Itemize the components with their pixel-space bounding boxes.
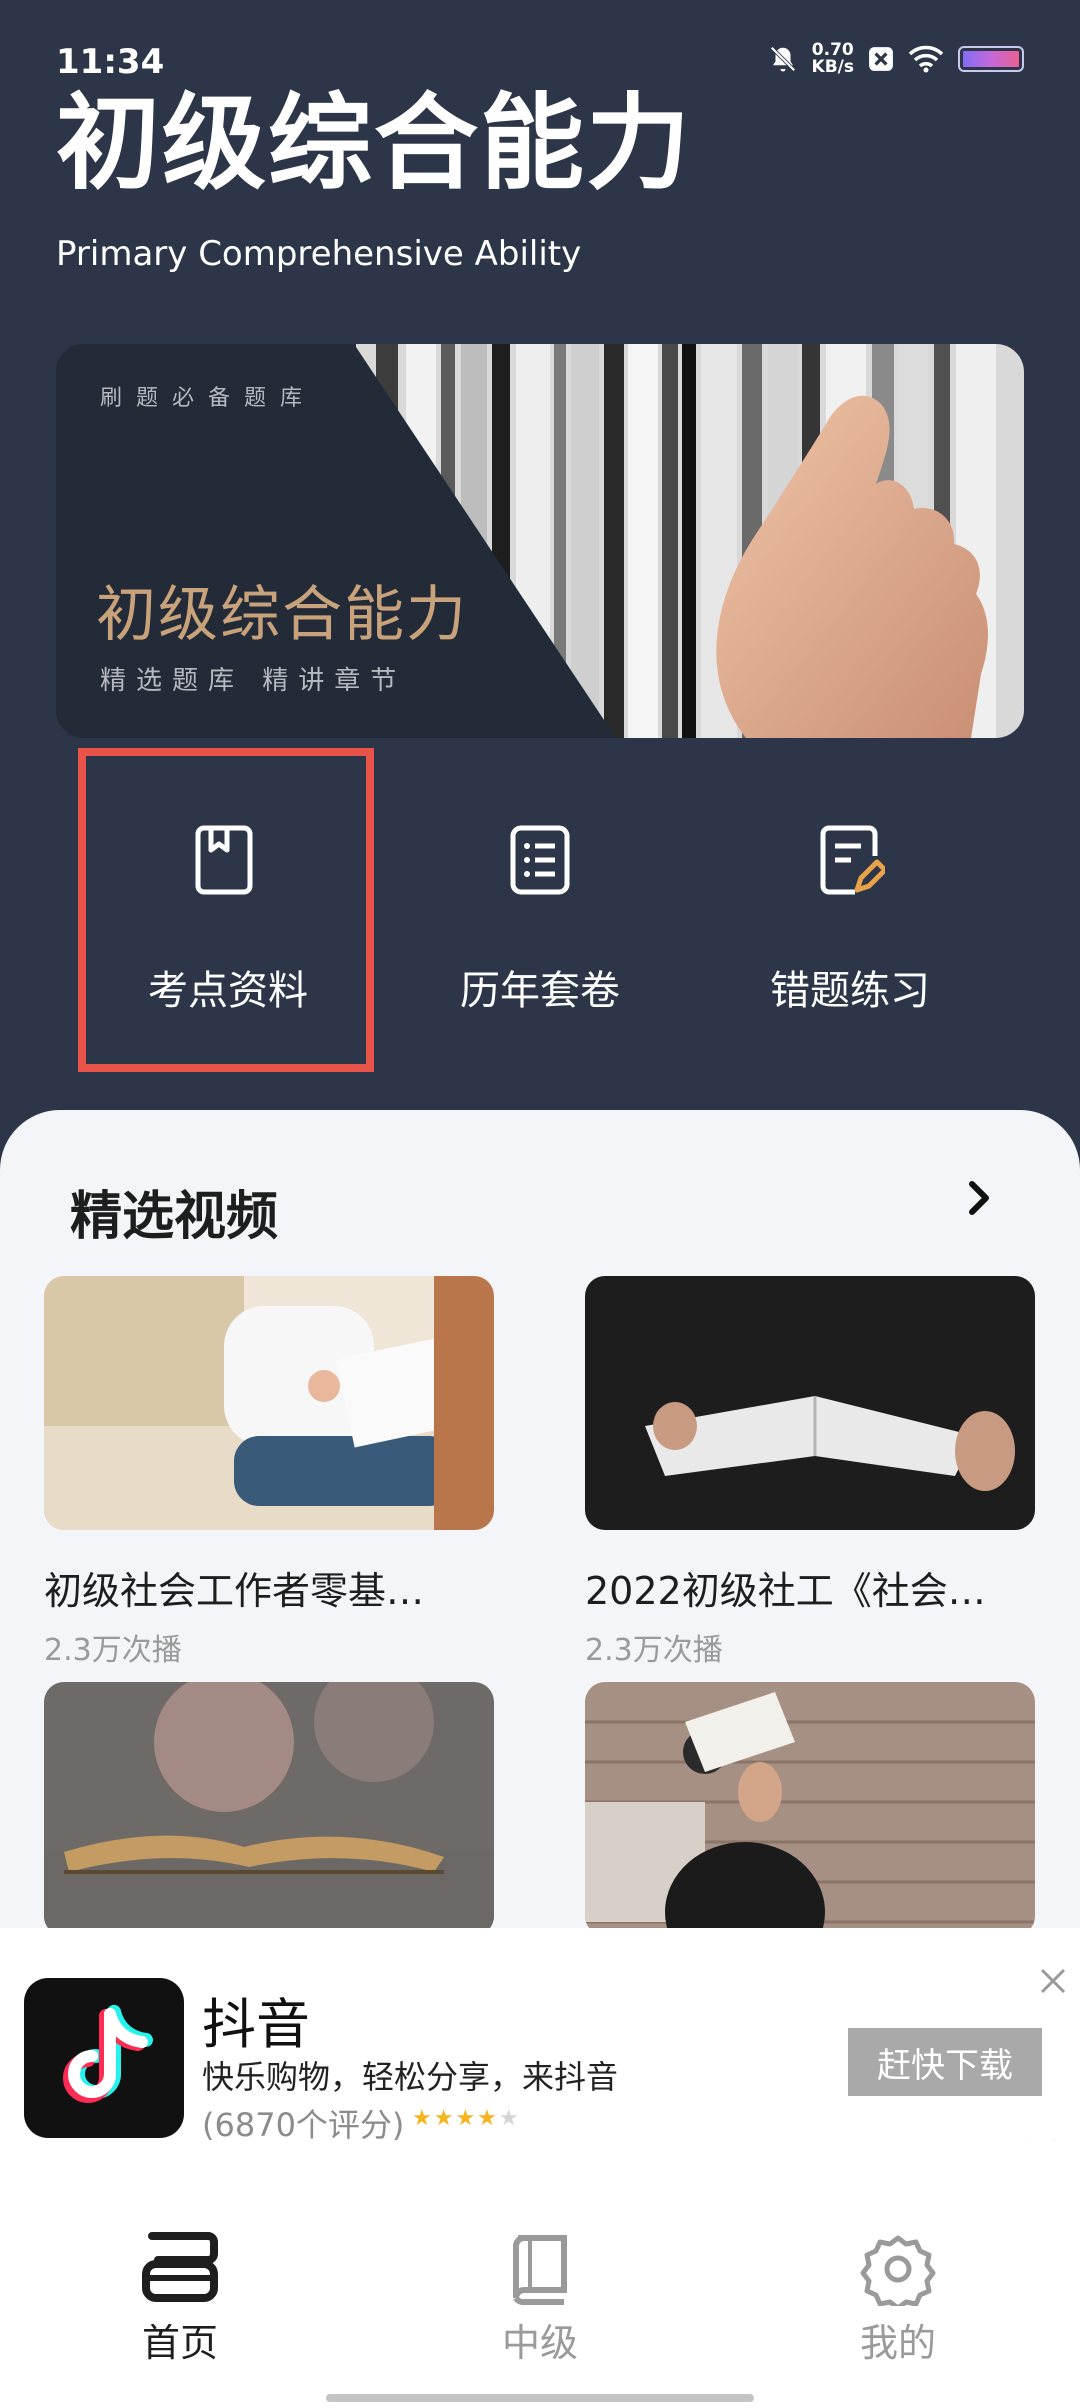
status-icons: 0.70 KB/s	[768, 42, 1024, 76]
video-plays: 2.3万次播	[585, 1633, 723, 1668]
chevron-right-icon[interactable]	[950, 1170, 1006, 1226]
ad-banner[interactable]: 抖音 快乐购物，轻松分享，来抖音 (6870个评分) ★★★★★ 赶快下载 广告	[0, 1928, 1080, 2166]
banner-tag: 刷题必备题库	[100, 386, 317, 411]
mute-bell-icon	[769, 46, 796, 72]
close-icon[interactable]	[1036, 1964, 1070, 1998]
video-title: 2022初级社工《社会…	[585, 1569, 986, 1613]
wifi-icon	[908, 45, 944, 73]
video-card[interactable]: 2022初级社工《社会… 2.3万次播	[585, 1276, 1035, 1669]
app-logo	[24, 1978, 184, 2138]
settings-icon	[860, 2235, 936, 2306]
home-icon	[142, 2232, 218, 2302]
status-bar: 11:34 0.70 KB/s	[0, 0, 1080, 86]
quick-entry-label: 历年套卷	[460, 968, 620, 1014]
nav-label: 我的	[859, 2321, 936, 2365]
video-title: 初级社会工作者零基…	[44, 1569, 425, 1613]
download-button[interactable]: 赶快下载	[848, 2028, 1042, 2096]
nav-item-mine[interactable]: 我的	[798, 2232, 998, 2392]
network-speed: 0.70 KB/s	[812, 42, 854, 76]
ad-rating-stars: ★★★★★	[412, 2106, 521, 2131]
status-time: 11:34	[56, 42, 165, 82]
ad-app-name: 抖音	[202, 1993, 310, 2056]
quick-entry-wrong-questions[interactable]: 错题练习	[700, 748, 1000, 1072]
video-card[interactable]: 初级社会工作者零基… 2.3万次播	[44, 1276, 494, 1669]
quick-entry-past-papers[interactable]: 历年套卷	[390, 748, 690, 1072]
home-indicator[interactable]	[326, 2394, 754, 2402]
list-document-icon	[510, 825, 570, 895]
x-notification-icon	[869, 47, 893, 71]
bottom-nav: 首页 中级 我的	[0, 2140, 1080, 2408]
page-title: 初级综合能力	[56, 82, 693, 204]
quick-entry-label: 错题练习	[770, 968, 930, 1014]
video-card[interactable]	[44, 1682, 494, 1930]
main-panel: 精选视频 初级社会工作者零基… 2.3万次播 2022初级社工《社会… 2.3万…	[0, 1110, 1080, 1930]
nav-item-home[interactable]: 首页	[80, 2232, 280, 2392]
book-icon	[513, 2235, 567, 2306]
network-speed-unit: KB/s	[811, 57, 854, 77]
ad-slogan: 快乐购物，轻松分享，来抖音	[202, 2058, 619, 2096]
banner-desc: 精选题库 精讲章节	[100, 666, 407, 696]
nav-item-intermediate[interactable]: 中级	[440, 2232, 640, 2392]
banner[interactable]: 刷题必备题库 初级综合能力 精选题库 精讲章节	[56, 344, 1024, 738]
video-thumbnail	[44, 1276, 494, 1530]
nav-label: 首页	[141, 2321, 218, 2365]
video-thumbnail	[585, 1276, 1035, 1530]
battery-icon	[958, 46, 1024, 72]
section-title: 精选视频	[70, 1187, 279, 1247]
highlight-box	[78, 748, 374, 1072]
video-thumbnail	[585, 1682, 1035, 1930]
banner-title: 初级综合能力	[96, 580, 468, 650]
page-subtitle: Primary Comprehensive Ability	[56, 234, 582, 274]
nav-label: 中级	[501, 2321, 578, 2365]
video-card[interactable]	[585, 1682, 1035, 1930]
video-plays: 2.3万次播	[44, 1633, 182, 1668]
video-thumbnail	[44, 1682, 494, 1930]
edit-document-icon	[820, 825, 885, 895]
